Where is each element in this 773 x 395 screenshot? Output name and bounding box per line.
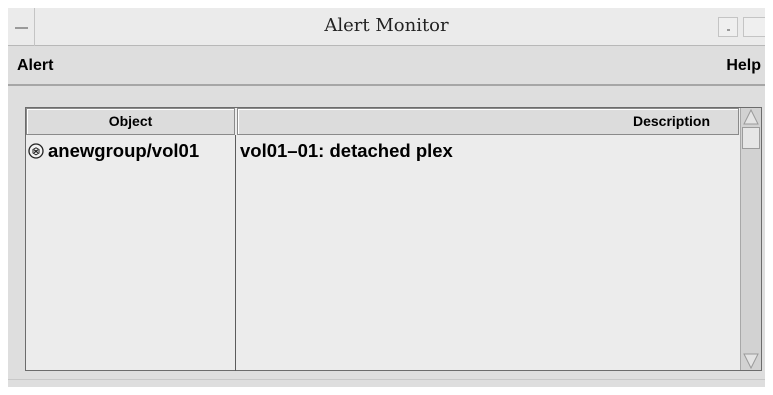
column-divider <box>235 135 236 371</box>
title-bar[interactable]: Alert Monitor <box>8 8 765 46</box>
alert-table: Object Description anewgroup/vol01 vol01… <box>25 107 762 371</box>
window-bottom-edge <box>8 379 765 387</box>
menu-bar: Alert Help <box>8 46 765 86</box>
scroll-down-arrow-icon[interactable] <box>742 352 760 370</box>
object-cell: anewgroup/vol01 <box>26 140 234 162</box>
window-title: Alert Monitor <box>324 15 449 36</box>
maximize-button[interactable] <box>743 17 765 37</box>
alert-x-icon <box>28 143 44 159</box>
menu-alert[interactable]: Alert <box>17 57 53 75</box>
object-name: anewgroup/vol01 <box>48 140 200 161</box>
menu-help[interactable]: Help <box>726 57 761 75</box>
window-menu-button[interactable] <box>8 8 35 46</box>
column-header-object[interactable]: Object <box>26 108 235 135</box>
table-row[interactable]: anewgroup/vol01 vol01–01: detached plex <box>26 137 739 167</box>
scrollbar-thumb[interactable] <box>742 127 760 149</box>
minimize-icon <box>727 29 730 31</box>
window-menu-icon <box>15 27 28 29</box>
alert-monitor-window: Alert Monitor Alert Help Object Descript… <box>8 8 765 387</box>
scroll-up-arrow-icon[interactable] <box>742 108 760 126</box>
minimize-button[interactable] <box>718 17 738 37</box>
vertical-scrollbar[interactable] <box>740 108 761 370</box>
column-header-description[interactable]: Description <box>237 108 739 135</box>
description-cell: vol01–01: detached plex <box>240 140 453 161</box>
